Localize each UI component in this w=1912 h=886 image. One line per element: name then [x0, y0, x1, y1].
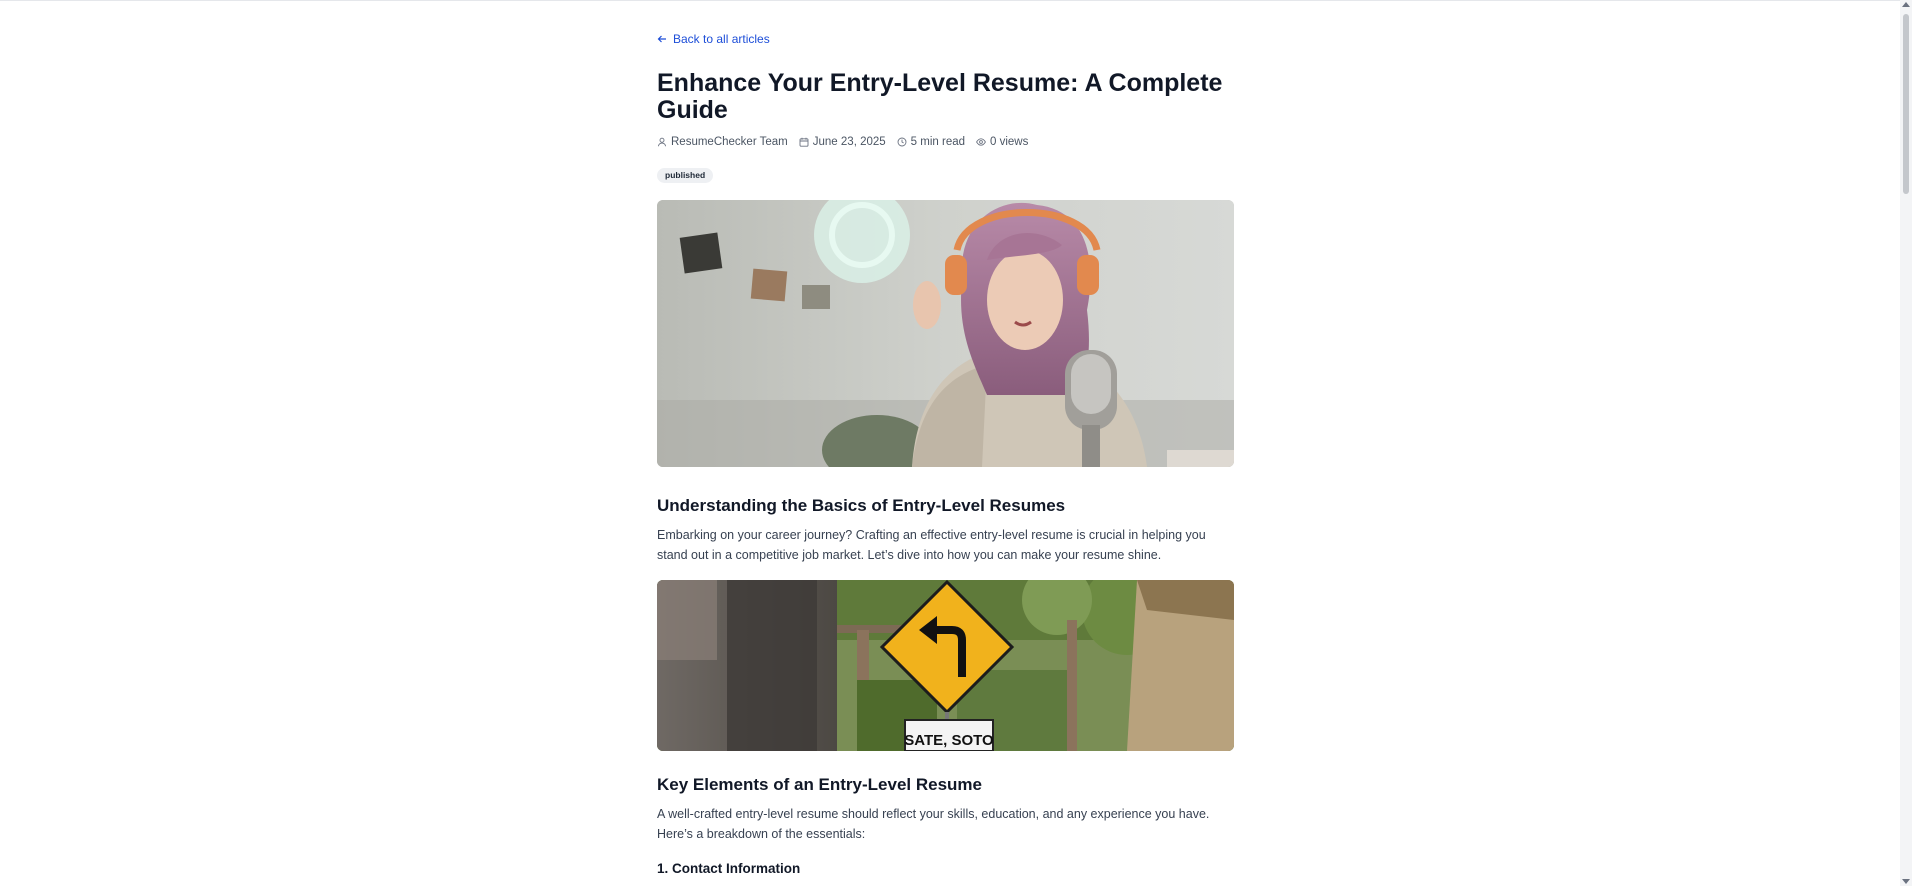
section-heading-basics: Understanding the Basics of Entry-Level … — [657, 496, 1066, 515]
arrow-left-icon — [657, 35, 666, 43]
road-sign-photo: SATE, SOTO — [657, 580, 1234, 751]
back-link-label: Back to all articles — [673, 32, 770, 46]
podcaster-photo — [657, 200, 1234, 467]
user-icon — [658, 137, 666, 147]
scrollbar-thumb[interactable] — [1903, 14, 1909, 194]
publish-date: June 23, 2025 — [812, 136, 886, 148]
article-meta: ResumeChecker Team June 23, 2025 5 min r… — [657, 136, 1028, 148]
meta-author: ResumeChecker Team — [657, 136, 788, 148]
meta-read-time: 5 min read — [897, 136, 965, 148]
subheading-contact-information: 1. Contact Information — [657, 861, 801, 876]
read-time: 5 min read — [910, 136, 966, 148]
meta-date: June 23, 2025 — [799, 136, 886, 148]
author-name: ResumeChecker Team — [671, 136, 788, 148]
section-paragraph-key-elements: A well-crafted entry-level resume should… — [657, 807, 1210, 841]
vertical-scrollbar[interactable] — [1900, 0, 1912, 886]
road-sign-image: SATE, SOTO — [657, 580, 1234, 751]
scroll-up-icon[interactable] — [1902, 2, 1910, 7]
scroll-down-icon[interactable] — [1902, 879, 1910, 884]
status-badge: published — [657, 168, 714, 183]
calendar-icon — [799, 137, 809, 147]
top-divider — [0, 0, 1900, 1]
back-to-articles-link[interactable]: Back to all articles — [657, 32, 770, 46]
article-title: Enhance Your Entry-Level Resume: A Compl… — [657, 69, 1223, 124]
section-paragraph-basics: Embarking on your career journey? Crafti… — [657, 528, 1206, 562]
hero-image — [657, 200, 1234, 467]
clock-icon — [897, 137, 907, 147]
meta-views: 0 views — [976, 136, 1028, 148]
view-count: 0 views — [990, 136, 1029, 148]
road-sign-text: SATE, SOTO — [904, 732, 994, 749]
eye-icon — [976, 138, 986, 146]
section-heading-key-elements: Key Elements of an Entry-Level Resume — [657, 775, 983, 794]
